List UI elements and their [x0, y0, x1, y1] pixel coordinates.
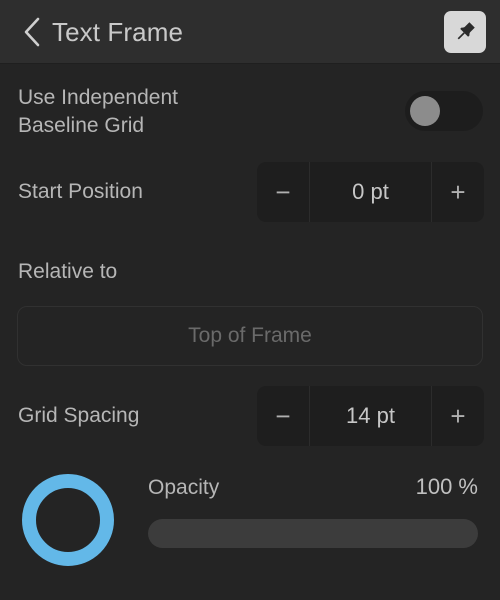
- text-frame-panel: Text Frame Use Independent Baseline Grid…: [0, 0, 500, 600]
- grid-spacing-decrement-button[interactable]: −: [257, 386, 309, 446]
- toggle-knob: [410, 96, 440, 126]
- back-button[interactable]: [10, 10, 54, 54]
- relative-to-value: Top of Frame: [188, 324, 312, 347]
- start-position-value[interactable]: 0 pt: [309, 162, 432, 222]
- pin-panel-button[interactable]: [444, 11, 486, 53]
- relative-to-label: Relative to: [18, 260, 118, 283]
- opacity-label: Opacity: [148, 476, 220, 499]
- color-swatch[interactable]: [22, 474, 114, 566]
- start-position-stepper: − 0 pt +: [257, 162, 484, 222]
- opacity-value: 100 %: [415, 474, 478, 499]
- independent-baseline-grid-toggle[interactable]: [405, 91, 483, 131]
- panel-header: Text Frame: [0, 0, 500, 64]
- grid-spacing-stepper: − 14 pt +: [257, 386, 484, 446]
- relative-to-select[interactable]: Top of Frame: [17, 306, 483, 366]
- grid-spacing-increment-button[interactable]: +: [432, 386, 484, 446]
- independent-baseline-grid-label: Use Independent Baseline Grid: [18, 86, 178, 137]
- start-position-increment-button[interactable]: +: [432, 162, 484, 222]
- page-title: Text Frame: [52, 16, 184, 47]
- start-position-label: Start Position: [18, 180, 143, 203]
- pushpin-icon: [452, 19, 478, 45]
- grid-spacing-value[interactable]: 14 pt: [309, 386, 432, 446]
- opacity-slider[interactable]: [148, 519, 478, 548]
- start-position-decrement-button[interactable]: −: [257, 162, 309, 222]
- chevron-left-icon: [22, 16, 42, 48]
- grid-spacing-label: Grid Spacing: [18, 404, 140, 427]
